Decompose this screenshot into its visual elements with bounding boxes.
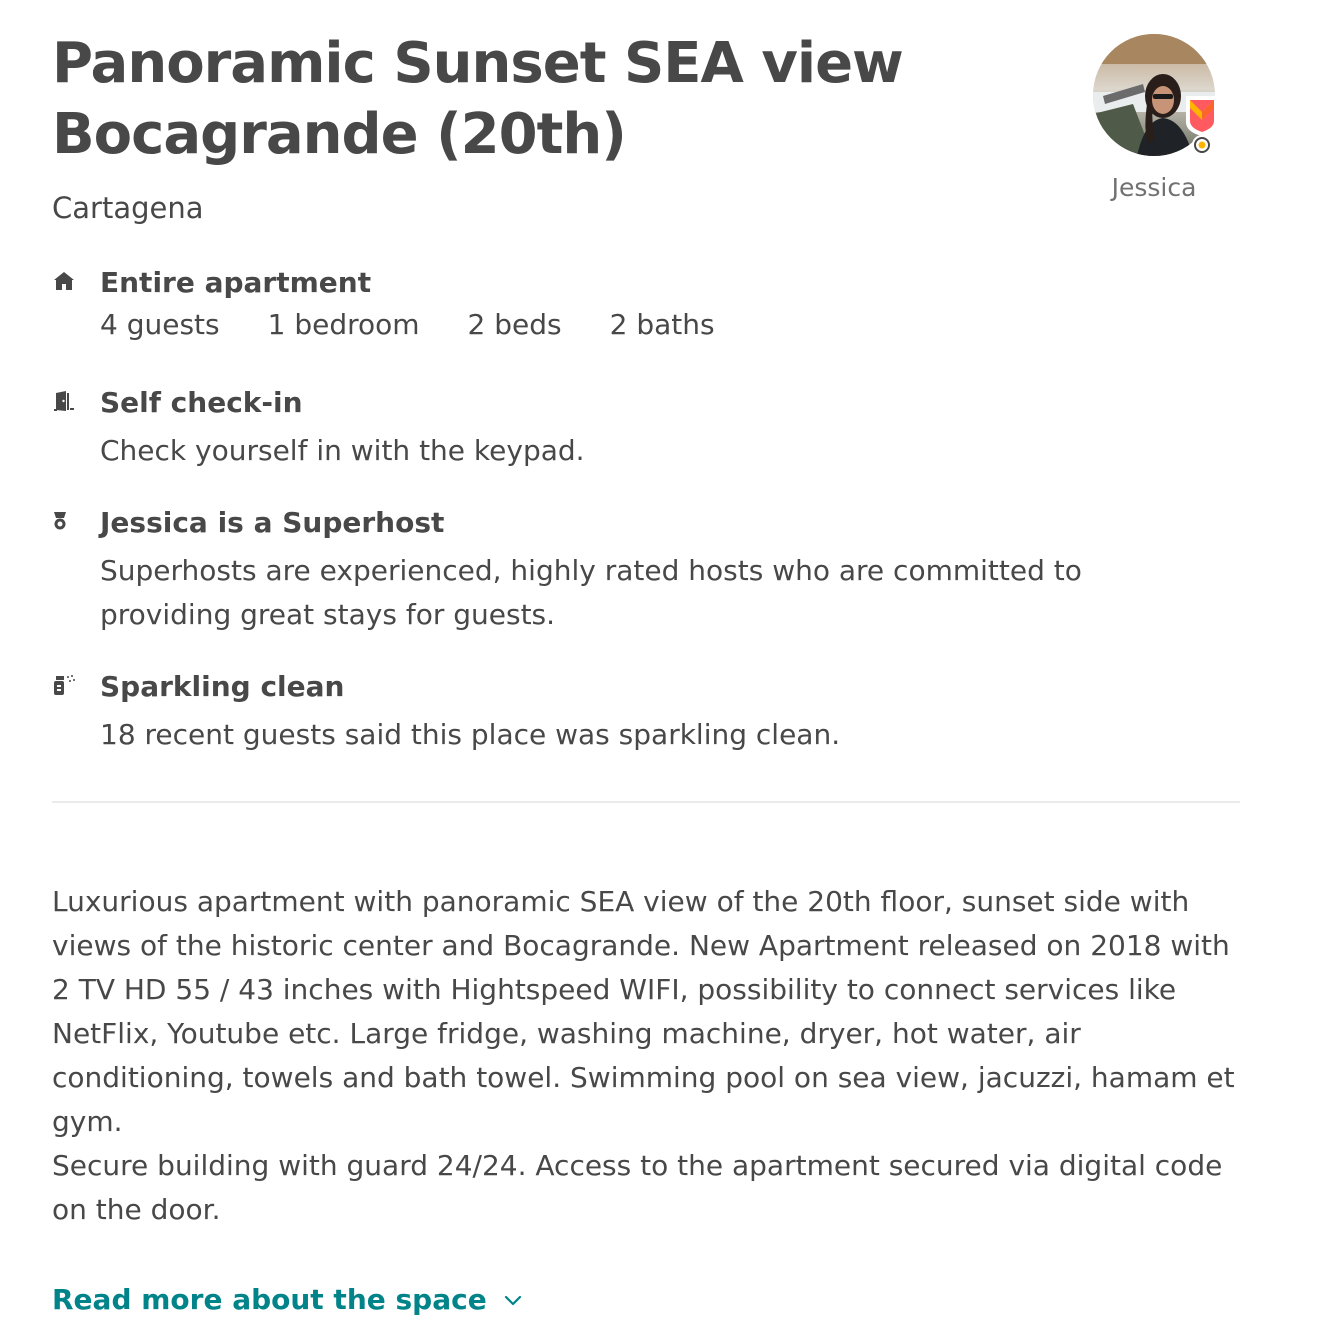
- host-name[interactable]: Jessica: [1092, 172, 1216, 204]
- bedrooms-count: 1 bedroom: [267, 308, 420, 341]
- highlight-title: Jessica is a Superhost: [100, 506, 445, 539]
- highlight-description: Check yourself in with the keypad.: [100, 434, 585, 467]
- home-icon: [54, 272, 74, 290]
- description-paragraph: Secure building with guard 24/24. Access…: [52, 1149, 1223, 1226]
- room-stats: 4 guests 1 bedroom 2 beds 2 baths: [100, 305, 763, 345]
- highlight-title: Self check-in: [100, 386, 303, 419]
- listing-description: Luxurious apartment with panoramic SEA v…: [52, 880, 1242, 1232]
- chevron-down-icon[interactable]: [503, 1290, 523, 1310]
- highlight-title: Entire apartment: [100, 266, 372, 299]
- read-more-button[interactable]: Read more about the space: [52, 1280, 523, 1320]
- highlight-description: Superhosts are experienced, highly rated…: [100, 554, 1082, 631]
- host-profile[interactable]: Jessica: [1092, 34, 1218, 202]
- listing-city[interactable]: Cartagena: [52, 188, 204, 228]
- read-more-label[interactable]: Read more about the space: [52, 1280, 487, 1320]
- highlight-title: Sparkling clean: [100, 670, 345, 703]
- highlight-description: 18 recent guests said this place was spa…: [100, 718, 841, 751]
- baths-count: 2 baths: [609, 308, 715, 341]
- superhost-badge-icon: [1186, 96, 1218, 155]
- sparkle-spray-icon: [54, 675, 75, 695]
- guests-count: 4 guests: [100, 308, 220, 341]
- listing-title: Panoramic Sunset SEA view Bocagrande (20…: [52, 31, 904, 167]
- avatar[interactable]: [1093, 34, 1218, 156]
- door-icon: [54, 391, 74, 411]
- beds-count: 2 beds: [467, 308, 562, 341]
- superhost-medal-icon: [54, 512, 66, 530]
- description-paragraph: Luxurious apartment with panoramic SEA v…: [52, 885, 1235, 1138]
- section-divider: [52, 801, 1240, 803]
